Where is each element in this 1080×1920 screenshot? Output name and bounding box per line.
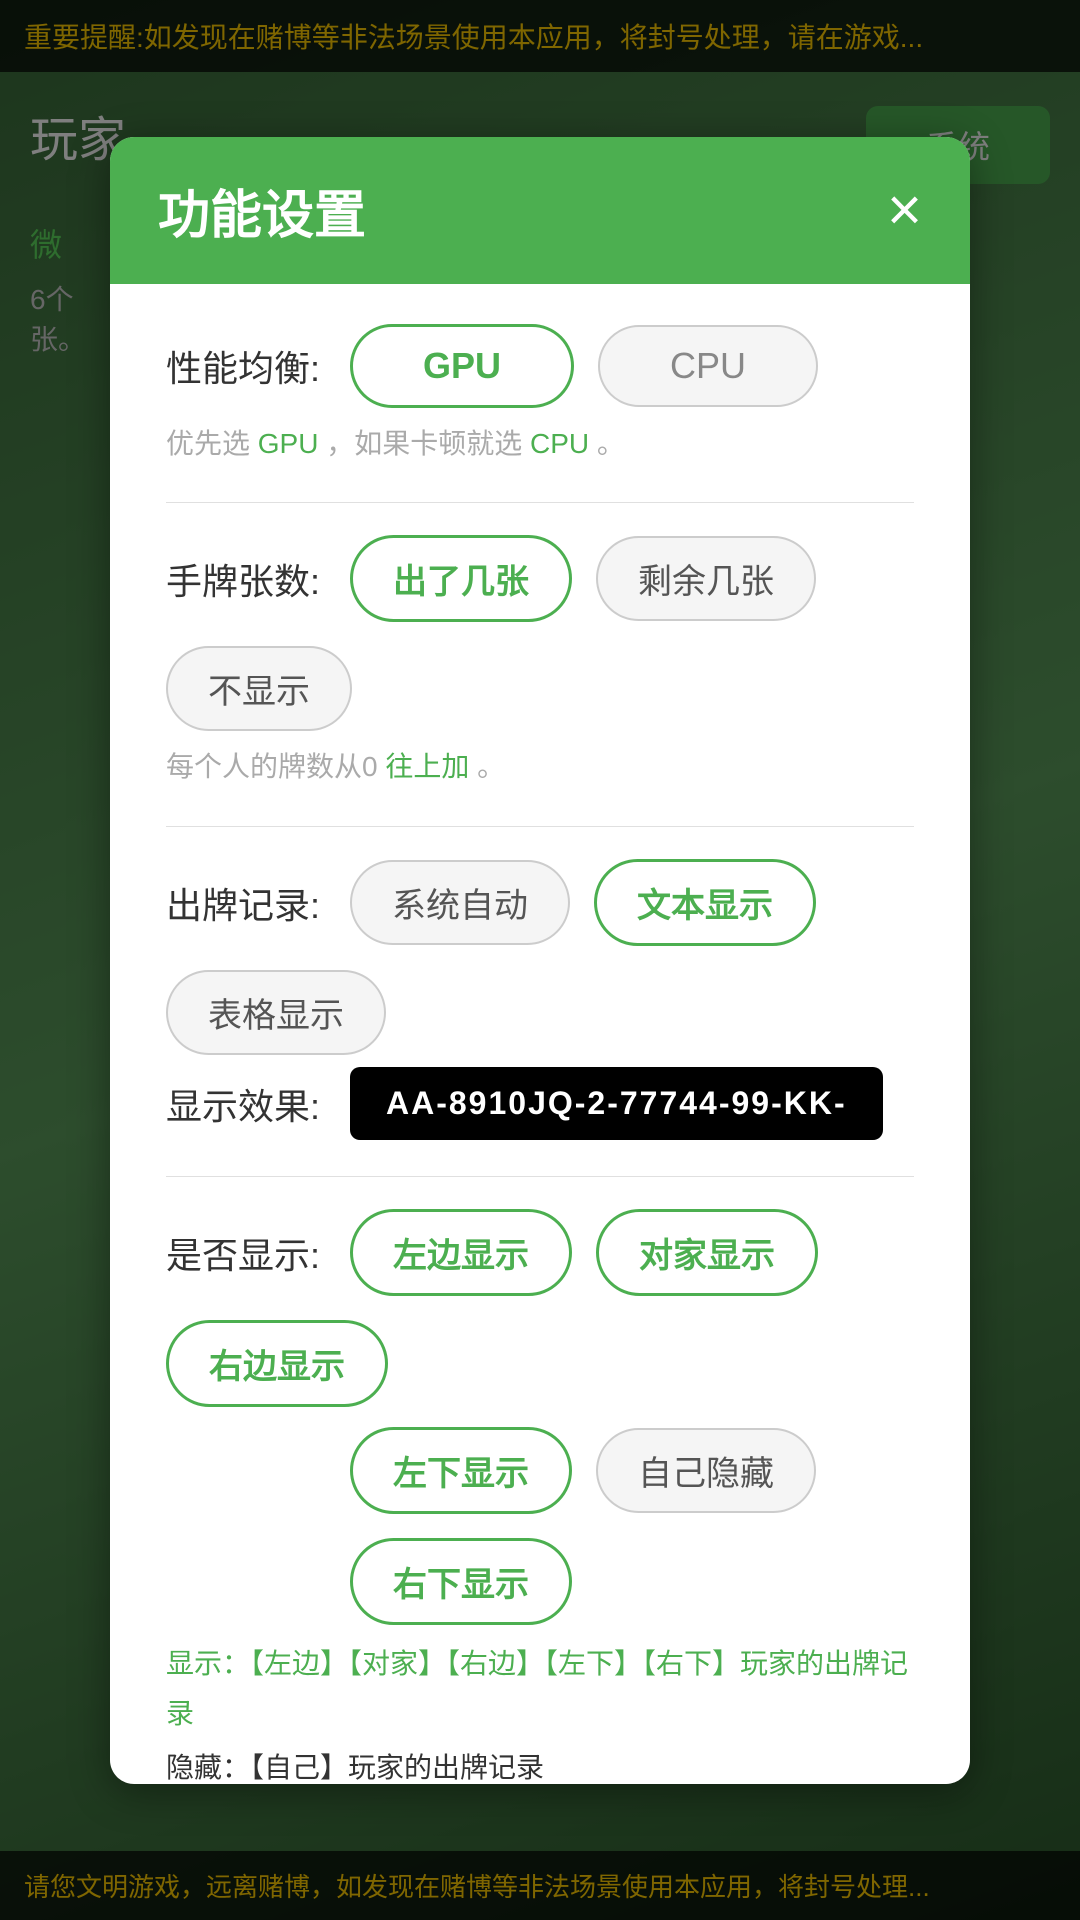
modal-backdrop: 功能设置 × 性能均衡: GPU CPU 优先选 GPU ，如果卡顿就选 CPU…: [0, 0, 1080, 1920]
performance-label: 性能均衡:: [166, 340, 326, 392]
effect-row: 显示效果: AA-8910JQ-2-77744-99-KK-: [166, 1067, 914, 1140]
cpu-button[interactable]: CPU: [598, 325, 818, 407]
play-record-btn3[interactable]: 表格显示: [166, 970, 386, 1055]
card-count-row: 手牌张数: 出了几张 剩余几张 不显示: [166, 535, 914, 731]
show-hide-hint-black: 隐藏：【自己】玩家的出牌记录: [166, 1746, 914, 1784]
card-count-hint: 每个人的牌数从0 往上加 。: [166, 745, 914, 790]
effect-label: 显示效果:: [166, 1078, 326, 1130]
play-record-row: 出牌记录: 系统自动 文本显示 表格显示: [166, 859, 914, 1055]
play-record-label: 出牌记录:: [166, 877, 326, 929]
modal-header: 功能设置 ×: [110, 137, 970, 284]
card-count-btn1[interactable]: 出了几张: [350, 535, 572, 622]
show-hide-label: 是否显示:: [166, 1227, 326, 1279]
performance-hint: 优先选 GPU ，如果卡顿就选 CPU 。: [166, 422, 914, 467]
performance-section: 性能均衡: GPU CPU 优先选 GPU ，如果卡顿就选 CPU 。: [166, 324, 914, 467]
divider-2: [166, 826, 914, 827]
play-record-section: 出牌记录: 系统自动 文本显示 表格显示 显示效果: AA-8910JQ-2-7…: [166, 859, 914, 1140]
card-count-btn3[interactable]: 不显示: [166, 646, 352, 731]
show-hide-btn1[interactable]: 左边显示: [350, 1209, 572, 1296]
hint-gpu-text: GPU: [258, 428, 319, 459]
performance-row: 性能均衡: GPU CPU: [166, 324, 914, 408]
modal-title: 功能设置: [158, 173, 366, 248]
play-record-btn1[interactable]: 系统自动: [350, 860, 570, 945]
divider-1: [166, 502, 914, 503]
hint-up-text: 往上加: [385, 751, 469, 782]
effect-display: AA-8910JQ-2-77744-99-KK-: [350, 1067, 883, 1140]
show-hide-hint-green: 显示：【左边】【对家】【右边】【左下】【右下】玩家的出牌记录: [166, 1639, 914, 1740]
card-count-section: 手牌张数: 出了几张 剩余几张 不显示 每个人的牌数从0 往上加 。: [166, 535, 914, 790]
gpu-button[interactable]: GPU: [350, 324, 574, 408]
show-hide-btn6[interactable]: 右下显示: [350, 1538, 572, 1625]
play-record-btn2[interactable]: 文本显示: [594, 859, 816, 946]
show-hide-row2: 左下显示 自己隐藏 右下显示: [166, 1427, 914, 1625]
show-hide-section: 是否显示: 左边显示 对家显示 右边显示 左下显示 自己隐藏 右下显示 显示：【…: [166, 1209, 914, 1783]
show-hide-btn4[interactable]: 左下显示: [350, 1427, 572, 1514]
modal-body: 性能均衡: GPU CPU 优先选 GPU ，如果卡顿就选 CPU 。 手牌张数…: [110, 284, 970, 1784]
modal: 功能设置 × 性能均衡: GPU CPU 优先选 GPU ，如果卡顿就选 CPU…: [110, 137, 970, 1784]
card-count-label: 手牌张数:: [166, 553, 326, 605]
modal-close-button[interactable]: ×: [887, 180, 922, 240]
show-hide-row1: 是否显示: 左边显示 对家显示 右边显示: [166, 1209, 914, 1407]
divider-3: [166, 1176, 914, 1177]
card-count-btn2[interactable]: 剩余几张: [596, 536, 816, 621]
hint-cpu-text: CPU: [530, 428, 589, 459]
show-hide-btn3[interactable]: 右边显示: [166, 1320, 388, 1407]
show-hide-btn2[interactable]: 对家显示: [596, 1209, 818, 1296]
show-hide-btn5[interactable]: 自己隐藏: [596, 1428, 816, 1513]
